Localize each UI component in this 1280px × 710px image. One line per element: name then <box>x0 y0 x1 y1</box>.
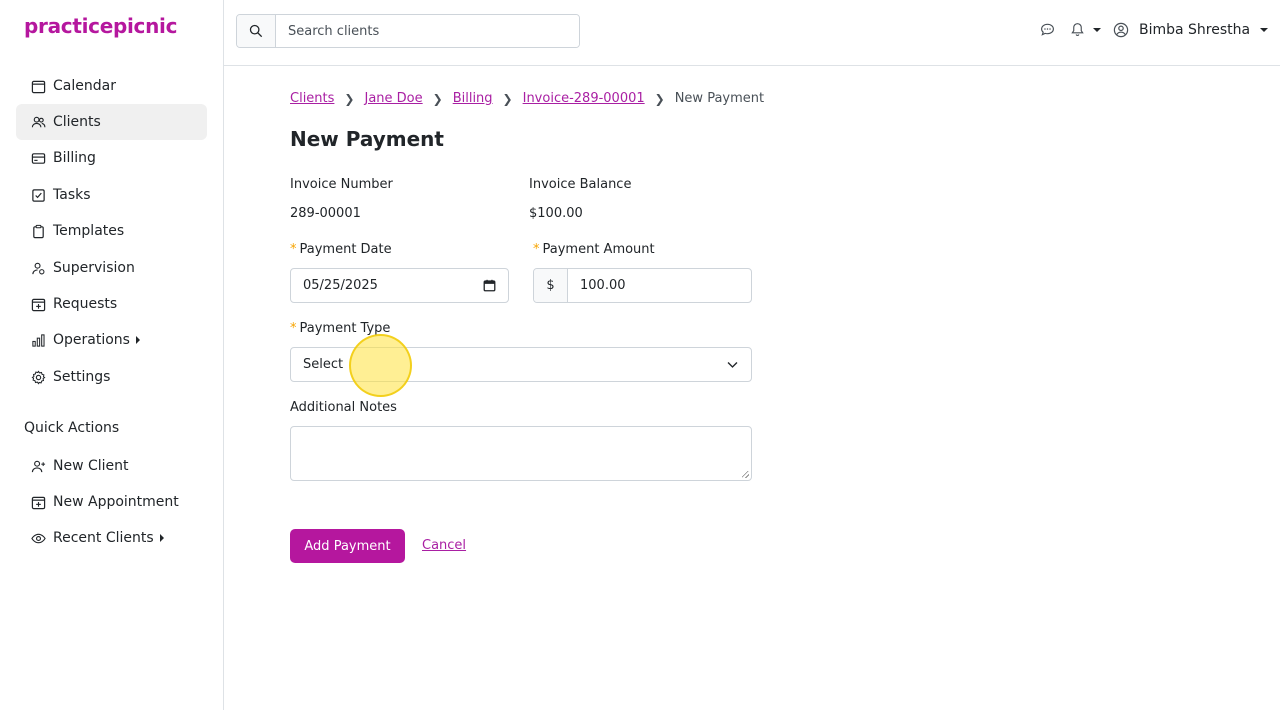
breadcrumb-link-client[interactable]: Jane Doe <box>364 91 422 106</box>
caret-right-icon <box>159 534 164 542</box>
sidebar-item-billing[interactable]: Billing <box>16 140 207 176</box>
app-logo[interactable]: practicepicnic <box>24 14 177 38</box>
chevron-down-icon <box>1093 27 1101 32</box>
checkbox-icon <box>31 188 46 203</box>
users-icon <box>31 115 46 130</box>
payment-amount-label: * Payment Amount <box>533 242 655 257</box>
quick-actions-heading: Quick Actions <box>24 420 120 436</box>
quick-action-new-appointment[interactable]: New Appointment <box>16 484 207 520</box>
payment-date-input[interactable]: 05/25/2025 <box>290 268 509 303</box>
calendar-icon <box>31 79 46 94</box>
user-name: Bimba Shrestha <box>1139 22 1251 38</box>
payment-amount-input[interactable]: 100.00 <box>568 278 626 293</box>
invoice-balance-label: Invoice Balance <box>529 177 632 192</box>
breadcrumb-separator-icon: ❯ <box>654 91 665 106</box>
payment-type-label: * Payment Type <box>290 321 390 336</box>
sidebar-item-label: Calendar <box>53 78 116 94</box>
quick-action-recent-clients[interactable]: Recent Clients <box>16 520 207 556</box>
page-title: New Payment <box>290 127 444 151</box>
search-box <box>236 14 580 48</box>
quick-action-label: Recent Clients <box>53 530 154 546</box>
resize-handle-icon[interactable] <box>742 471 749 478</box>
app-root: practicepicnic Calendar Clients Billing … <box>0 0 1280 710</box>
bell-icon <box>1071 23 1084 36</box>
payment-type-select[interactable]: Select <box>290 347 752 382</box>
add-payment-button[interactable]: Add Payment <box>290 529 405 563</box>
payment-amount-label-text: Payment Amount <box>542 242 655 257</box>
breadcrumb-current: New Payment <box>674 91 765 106</box>
chevron-down-icon <box>1260 28 1269 32</box>
sidebar-item-label: Operations <box>53 332 130 348</box>
cancel-link[interactable]: Cancel <box>422 538 466 553</box>
search-input[interactable] <box>276 15 579 47</box>
sidebar-item-supervision[interactable]: Supervision <box>16 250 207 286</box>
calendar-plus-icon <box>31 297 46 312</box>
gear-icon <box>31 370 46 385</box>
sidebar-item-templates[interactable]: Templates <box>16 213 207 249</box>
user-plus-icon <box>31 459 46 474</box>
quick-action-label: New Appointment <box>53 494 179 510</box>
currency-prefix: $ <box>534 269 568 302</box>
notifications-button[interactable] <box>1070 22 1101 37</box>
invoice-number-value: 289-00001 <box>290 206 361 221</box>
payment-amount-group: $ 100.00 <box>533 268 752 303</box>
chevron-down-icon <box>727 361 738 368</box>
sidebar-item-label: Clients <box>53 114 101 130</box>
chat-icon <box>1041 23 1054 36</box>
sidebar-item-label: Settings <box>53 369 111 385</box>
bar-chart-icon <box>31 333 46 348</box>
breadcrumb-link-clients[interactable]: Clients <box>290 91 334 106</box>
required-marker: * <box>533 242 540 257</box>
breadcrumb-link-invoice[interactable]: Invoice-289-00001 <box>523 91 645 106</box>
payment-date-label-text: Payment Date <box>299 242 392 257</box>
sidebar-item-calendar[interactable]: Calendar <box>16 68 207 104</box>
credit-card-icon <box>31 151 46 166</box>
invoice-number-label: Invoice Number <box>290 177 393 192</box>
payment-type-selected: Select <box>303 357 344 372</box>
search-button[interactable] <box>237 15 276 47</box>
clipboard-icon <box>31 224 46 239</box>
caret-right-icon <box>135 336 140 344</box>
sidebar-item-clients[interactable]: Clients <box>16 104 207 140</box>
breadcrumb-separator-icon: ❯ <box>344 91 355 106</box>
invoice-balance-value: $100.00 <box>529 206 583 221</box>
sidebar-item-operations[interactable]: Operations <box>16 322 207 358</box>
search-icon <box>249 24 263 38</box>
additional-notes-textarea[interactable] <box>290 426 752 481</box>
sidebar: practicepicnic Calendar Clients Billing … <box>0 0 224 710</box>
payment-type-label-text: Payment Type <box>299 321 391 336</box>
payment-date-label: * Payment Date <box>290 242 392 257</box>
quick-action-new-client[interactable]: New Client <box>16 448 207 484</box>
required-marker: * <box>290 321 297 336</box>
calendar-picker-icon[interactable] <box>483 279 496 292</box>
required-marker: * <box>290 242 297 257</box>
breadcrumb: Clients ❯ Jane Doe ❯ Billing ❯ Invoice-2… <box>290 91 764 106</box>
additional-notes-label: Additional Notes <box>290 400 397 415</box>
sidebar-item-label: Tasks <box>53 187 91 203</box>
eye-icon <box>31 531 46 546</box>
breadcrumb-separator-icon: ❯ <box>502 91 513 106</box>
payment-date-value: 05/25/2025 <box>303 278 378 293</box>
calendar-plus-icon <box>31 495 46 510</box>
sidebar-item-label: Supervision <box>53 260 135 276</box>
breadcrumb-link-billing[interactable]: Billing <box>453 91 493 106</box>
sidebar-item-tasks[interactable]: Tasks <box>16 177 207 213</box>
quick-action-label: New Client <box>53 458 129 474</box>
user-avatar-icon <box>1113 22 1129 38</box>
user-menu[interactable]: Bimba Shrestha <box>1113 22 1269 38</box>
messages-button[interactable] <box>1040 22 1055 37</box>
sidebar-item-requests[interactable]: Requests <box>16 286 207 322</box>
supervisor-icon <box>31 261 46 276</box>
top-bar: Bimba Shrestha <box>224 0 1280 66</box>
breadcrumb-separator-icon: ❯ <box>432 91 443 106</box>
sidebar-item-label: Templates <box>53 223 125 239</box>
sidebar-item-label: Requests <box>53 296 118 312</box>
sidebar-item-settings[interactable]: Settings <box>16 359 207 395</box>
sidebar-item-label: Billing <box>53 150 96 166</box>
